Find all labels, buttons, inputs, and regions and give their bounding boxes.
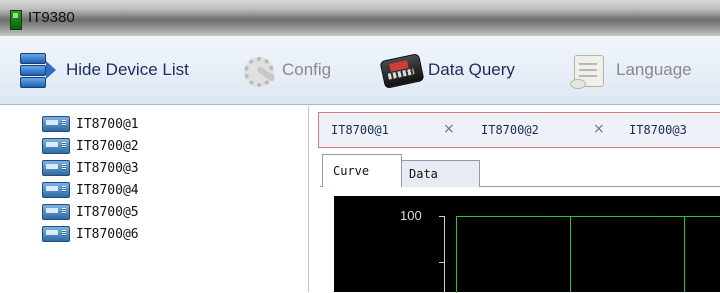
y-tick-label: 100 (400, 208, 422, 223)
device-icon (42, 226, 70, 242)
device-tree-label: IT8700@1 (76, 116, 139, 132)
hide-device-list-button[interactable]: Hide Device List (16, 50, 189, 90)
app-icon (10, 10, 22, 30)
device-tree-label: IT8700@4 (76, 182, 139, 198)
language-button[interactable]: Language (568, 50, 692, 90)
language-scroll-icon (568, 51, 610, 89)
device-icon (42, 116, 70, 132)
device-tree-label: IT8700@5 (76, 204, 139, 220)
device-icon (42, 160, 70, 176)
grid-line (570, 216, 571, 292)
device-icon (42, 204, 70, 220)
tab-curve[interactable]: Curve (322, 154, 402, 187)
title-bar: IT9380 (0, 0, 720, 36)
y-axis-tick (439, 216, 445, 217)
toolbar: Hide Device List Config Data Query Langu… (0, 36, 720, 105)
grid-line (684, 216, 685, 292)
device-tree-label: IT8700@2 (76, 138, 139, 154)
window-title: IT9380 (28, 9, 75, 26)
y-axis (444, 216, 445, 292)
device-tab-bar: IT8700@1 × IT8700@2 × IT8700@3 (318, 112, 720, 148)
data-query-button[interactable]: Data Query (379, 50, 515, 90)
view-tab-bar: Curve Data (320, 152, 720, 187)
config-label: Config (282, 60, 332, 79)
data-query-icon (379, 51, 425, 89)
device-icon (42, 138, 70, 154)
hide-device-list-label: Hide Device List (66, 60, 189, 79)
config-icon (236, 51, 278, 89)
config-button[interactable]: Config (236, 50, 331, 90)
device-list-icon (16, 51, 58, 89)
device-tab-label[interactable]: IT8700@3 (629, 123, 687, 137)
device-tree-item[interactable]: IT8700@3 (42, 158, 139, 178)
close-icon[interactable]: × (443, 121, 455, 137)
plot-grid-frame (456, 216, 720, 293)
tab-data[interactable]: Data (398, 160, 480, 187)
device-tab-label[interactable]: IT8700@1 (331, 123, 389, 137)
device-tree-item[interactable]: IT8700@5 (42, 202, 139, 222)
close-icon[interactable]: × (593, 121, 605, 137)
device-tree-panel: IT8700@1 IT8700@2 IT8700@3 IT8700@4 IT87… (8, 106, 309, 292)
data-query-label: Data Query (428, 60, 515, 79)
language-label: Language (616, 60, 692, 79)
y-axis-tick (439, 262, 445, 263)
device-tree-label: IT8700@6 (76, 226, 139, 242)
device-tree-item[interactable]: IT8700@2 (42, 136, 139, 156)
device-tree-label: IT8700@3 (76, 160, 139, 176)
device-tree-item[interactable]: IT8700@4 (42, 180, 139, 200)
device-tree-item[interactable]: IT8700@1 (42, 114, 139, 134)
curve-chart-area: 100 (334, 196, 720, 293)
device-tree-item[interactable]: IT8700@6 (42, 224, 139, 244)
device-tab-label[interactable]: IT8700@2 (481, 123, 539, 137)
device-icon (42, 182, 70, 198)
